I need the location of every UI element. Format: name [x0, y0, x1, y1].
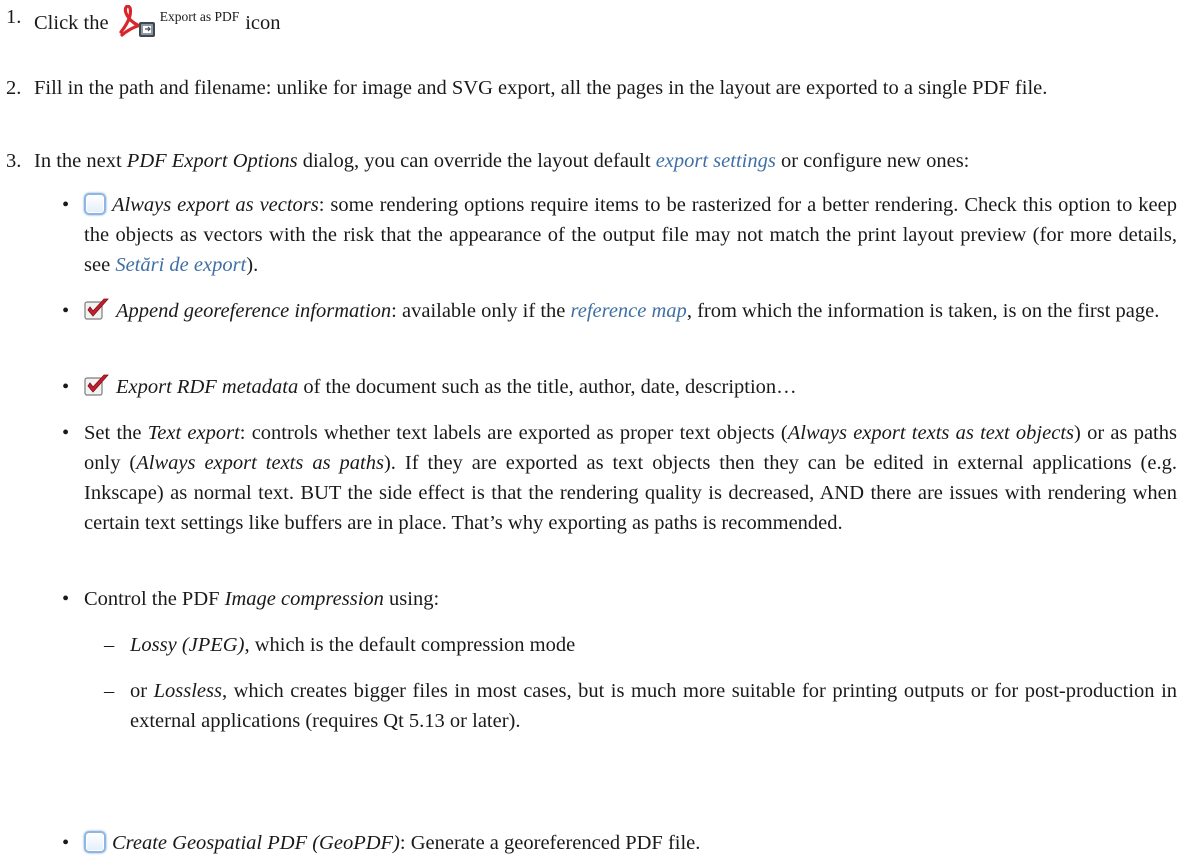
option-append-georeference: • Append georeference information: avail…: [62, 296, 1177, 326]
bullet: •: [62, 300, 70, 322]
option-label: Create Geospatial PDF (GeoPDF): [112, 832, 400, 854]
step-2: 2. Fill in the path and filename: unlike…: [6, 73, 1177, 103]
step-number: 1.: [6, 6, 22, 28]
step-3: 3. In the next PDF Export Options dialog…: [6, 146, 1177, 176]
compression-lossless: – or Lossless, which creates bigger file…: [104, 676, 1177, 736]
option-label: Lossless: [153, 680, 222, 702]
step-text-end: icon: [245, 12, 281, 34]
bullet: •: [62, 376, 70, 398]
dash-marker: –: [104, 680, 115, 702]
checked-checkbox-icon[interactable]: [84, 297, 110, 321]
dialog-name: PDF Export Options: [126, 150, 298, 172]
option-create-geopdf: • Create Geospatial PDF (GeoPDF): Genera…: [62, 828, 1177, 858]
compression-lossy: – Lossy (JPEG), which is the default com…: [104, 630, 1177, 660]
unchecked-checkbox-icon[interactable]: [84, 831, 106, 853]
bullet: •: [62, 588, 70, 610]
unchecked-checkbox-icon[interactable]: [84, 193, 106, 215]
option-label: Lossy (JPEG): [130, 634, 245, 656]
option-export-rdf-metadata: • Export RDF metadata of the document su…: [62, 372, 1177, 402]
document-page: 1. Click the Export as PDF icon 2. Fill i…: [0, 0, 1191, 859]
export-settings-ro-link[interactable]: Setări de export: [115, 254, 246, 276]
step-text: Fill in the path and filename: unlike fo…: [34, 77, 1048, 99]
reference-map-link[interactable]: reference map: [571, 300, 687, 322]
step-number: 3.: [6, 150, 22, 172]
option-label: Export RDF metadata: [116, 376, 299, 398]
export-settings-link[interactable]: export settings: [656, 150, 776, 172]
checked-checkbox-icon[interactable]: [84, 373, 110, 397]
option-always-export-vectors: • Always export as vectors: some renderi…: [62, 190, 1177, 280]
export-pdf-icon: [118, 4, 156, 39]
bullet: •: [62, 194, 70, 216]
export-pdf-label: Export as PDF: [159, 9, 240, 24]
step-1: 1. Click the Export as PDF icon: [6, 2, 1177, 39]
option-label: Always export as vectors: [112, 194, 319, 216]
bullet: •: [62, 422, 70, 444]
step-number: 2.: [6, 77, 22, 99]
dash-marker: –: [104, 634, 115, 656]
step-text: Click the: [34, 12, 109, 34]
option-label: Text export: [147, 422, 240, 444]
bullet: •: [62, 832, 70, 854]
option-label: Image compression: [224, 588, 384, 610]
option-text-export: • Set the Text export: controls whether …: [62, 418, 1177, 538]
option-label: Append georeference information: [116, 300, 392, 322]
option-image-compression: • Control the PDF Image compression usin…: [62, 584, 1177, 614]
